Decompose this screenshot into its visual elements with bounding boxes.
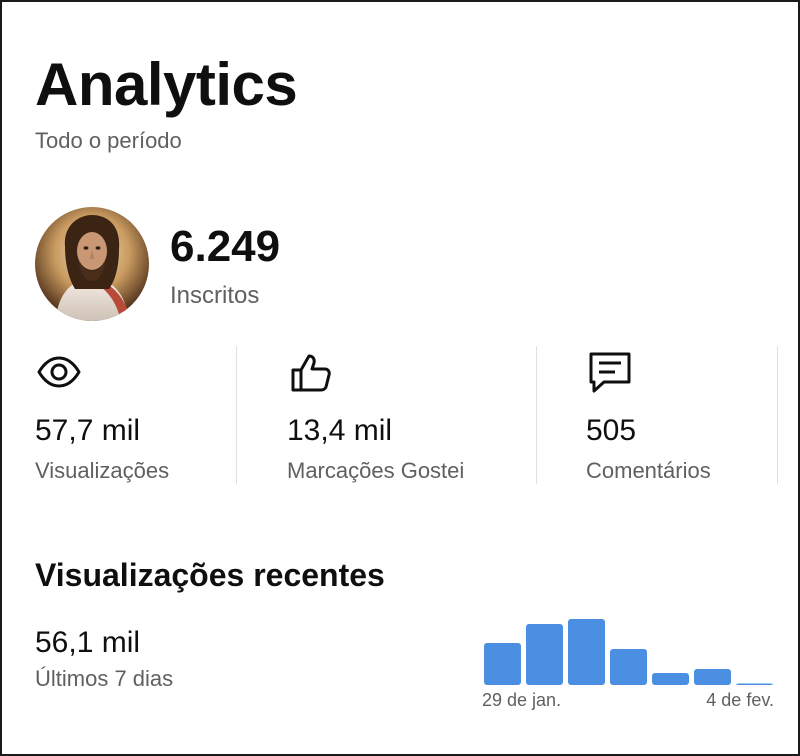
stat-comments-value: 505	[586, 414, 637, 447]
stat-views-label: Visualizações	[35, 458, 170, 483]
stat-comments-label: Comentários	[586, 458, 711, 483]
comment-icon	[586, 348, 634, 396]
chart-bar-4[interactable]	[610, 649, 647, 685]
analytics-card: Analytics Todo o período 6.249 Inscritos…	[0, 0, 800, 756]
page-title: Analytics	[35, 51, 298, 118]
chart-bar-7[interactable]	[736, 683, 773, 686]
chart-bar-5[interactable]	[652, 673, 689, 685]
recent-views-chart[interactable]: 29 de jan. 4 de fev.	[480, 610, 780, 720]
stat-divider	[536, 346, 537, 484]
x-tick-label: 29 de jan.	[482, 690, 562, 710]
subscribers-label: Inscritos	[170, 282, 260, 309]
recent-views-value: 56,1 mil	[35, 626, 141, 659]
chart-bar-3[interactable]	[568, 619, 605, 685]
eye-icon	[35, 348, 83, 396]
chart-bar-1[interactable]	[484, 643, 521, 685]
bar-chart-plot	[484, 619, 773, 686]
subscribers-count: 6.249	[170, 222, 281, 271]
chart-bar-6[interactable]	[694, 669, 731, 685]
stat-divider	[777, 346, 778, 484]
thumbs-up-icon	[287, 348, 335, 396]
stats-row: 57,7 mil Visualizações 13,4 mil Marcaçõe…	[2, 342, 800, 487]
chart-bar-2[interactable]	[526, 624, 563, 685]
x-tick-label: 4 de fev.	[706, 690, 774, 710]
recent-views-period: Últimos 7 dias	[35, 666, 174, 691]
stat-likes-value: 13,4 mil	[287, 414, 393, 447]
stat-divider	[236, 346, 237, 484]
stat-views-value: 57,7 mil	[35, 414, 141, 447]
period-label: Todo o período	[35, 128, 182, 153]
stat-likes-label: Marcações Gostei	[287, 458, 465, 483]
channel-avatar[interactable]	[35, 207, 149, 321]
recent-views-title: Visualizações recentes	[35, 557, 385, 593]
